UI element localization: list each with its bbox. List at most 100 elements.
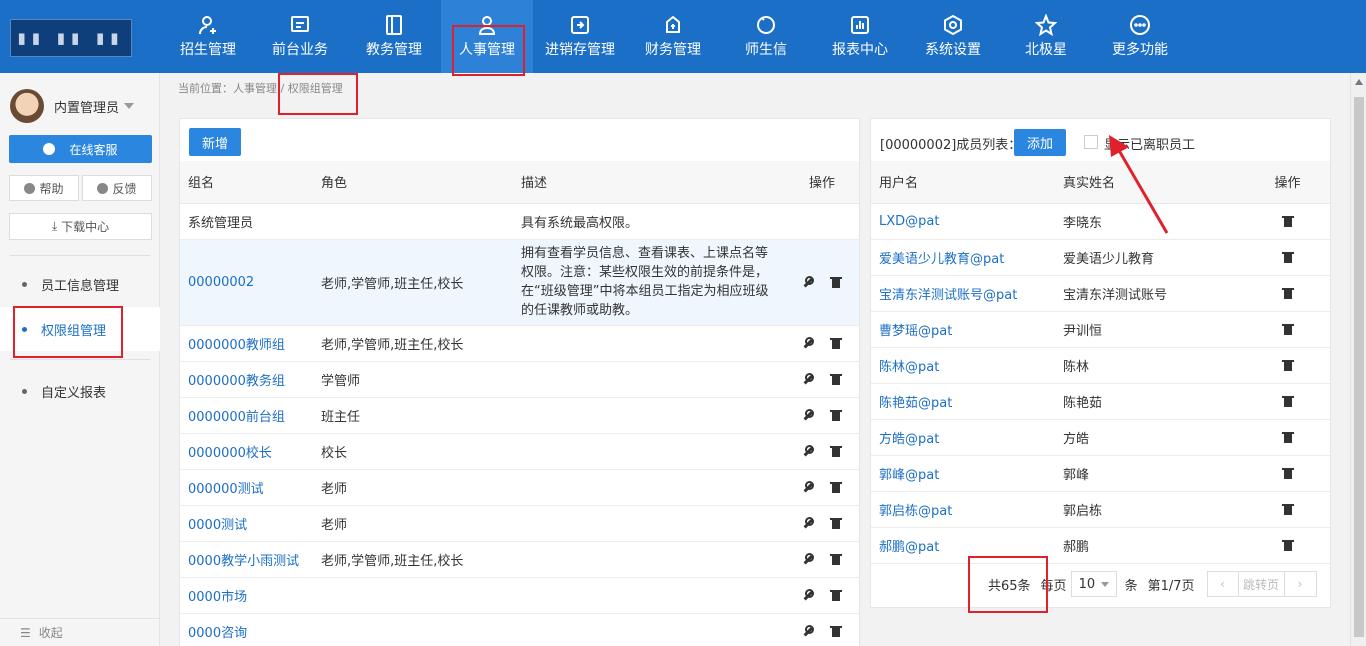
- member-username[interactable]: 郭启栋@pat: [871, 491, 1055, 528]
- add-group-button[interactable]: 新增: [189, 128, 241, 156]
- bullet-icon: [22, 388, 27, 394]
- wrench-icon[interactable]: [802, 517, 814, 529]
- nav-item-label: 财务管理: [645, 42, 701, 58]
- collapse-icon: ☰: [20, 625, 31, 640]
- sidebar-item-custom-report[interactable]: 自定义报表: [0, 370, 160, 412]
- avatar[interactable]: [10, 89, 44, 123]
- group-name[interactable]: 0000000前台组: [180, 397, 313, 434]
- caret-down-icon[interactable]: [124, 103, 134, 109]
- group-name[interactable]: 0000咨询: [180, 613, 313, 646]
- inventory-icon: [569, 14, 591, 36]
- table-row: 0000000前台组 班主任: [180, 397, 859, 434]
- member-username[interactable]: 爱美语少儿教育@pat: [871, 239, 1055, 276]
- collapse-button[interactable]: ☰ 收起: [0, 618, 160, 646]
- feedback-button[interactable]: 反馈: [82, 175, 152, 201]
- member-username[interactable]: 曹梦瑶@pat: [871, 311, 1055, 348]
- nav-item-0[interactable]: 招生管理: [162, 0, 254, 73]
- member-realname: 方皓: [1055, 419, 1245, 456]
- trash-icon[interactable]: [830, 625, 842, 637]
- trash-icon[interactable]: [830, 589, 842, 601]
- trash-icon[interactable]: [830, 409, 842, 421]
- trash-icon[interactable]: [1281, 251, 1294, 263]
- trash-icon[interactable]: [830, 276, 842, 288]
- per-page-label: 每页: [1040, 578, 1067, 594]
- trash-icon[interactable]: [830, 373, 842, 385]
- member-username[interactable]: LXD@pat: [871, 203, 1055, 240]
- jump-page-input[interactable]: 跳转页: [1238, 571, 1285, 597]
- prev-page-button[interactable]: ‹: [1206, 571, 1239, 597]
- wrench-icon[interactable]: [802, 589, 814, 601]
- nav-item-1[interactable]: 前台业务: [254, 0, 346, 73]
- wrench-icon[interactable]: [802, 337, 814, 349]
- sidebar-item-permission-groups[interactable]: 权限组管理: [0, 307, 160, 351]
- trash-icon[interactable]: [1281, 539, 1294, 551]
- per-page-select[interactable]: 10: [1070, 571, 1117, 597]
- user-name[interactable]: 内置管理员: [54, 97, 119, 116]
- wrench-icon[interactable]: [802, 373, 814, 385]
- trash-icon[interactable]: [1281, 359, 1294, 371]
- table-row: 0000咨询: [180, 613, 859, 646]
- table-row: 方皓@pat 方皓: [871, 419, 1330, 456]
- group-name[interactable]: 000000测试: [180, 469, 313, 506]
- wrench-icon[interactable]: [802, 409, 814, 421]
- group-name[interactable]: 00000002: [180, 239, 313, 326]
- trash-icon[interactable]: [1281, 467, 1294, 479]
- download-center-button[interactable]: ⤓ 下载中心: [9, 213, 152, 240]
- member-username[interactable]: 郝鹏@pat: [871, 527, 1055, 564]
- wrench-icon[interactable]: [802, 553, 814, 565]
- group-name[interactable]: 0000000教务组: [180, 361, 313, 398]
- nav-item-8[interactable]: 系统设置: [907, 0, 999, 73]
- bullet-icon: [22, 326, 27, 332]
- nav-item-3[interactable]: 人事管理: [441, 0, 533, 73]
- trash-icon[interactable]: [1281, 287, 1294, 299]
- group-role: 老师,学管师,班主任,校长: [313, 239, 513, 326]
- nav-item-6[interactable]: 师生信: [720, 0, 812, 73]
- table-row: 郭峰@pat 郭峰: [871, 455, 1330, 492]
- group-name[interactable]: 0000000校长: [180, 433, 313, 470]
- next-page-button[interactable]: ›: [1284, 571, 1317, 597]
- trash-icon[interactable]: [830, 481, 842, 493]
- member-username[interactable]: 方皓@pat: [871, 419, 1055, 456]
- online-service-button[interactable]: 在线客服: [9, 135, 152, 163]
- member-username[interactable]: 陈林@pat: [871, 347, 1055, 384]
- nav-item-7[interactable]: 报表中心: [814, 0, 906, 73]
- trash-icon[interactable]: [830, 553, 842, 565]
- group-name[interactable]: 0000市场: [180, 577, 313, 614]
- member-username[interactable]: 宝清东洋测试账号@pat: [871, 275, 1055, 312]
- group-ops: [785, 577, 859, 614]
- page-scrollbar[interactable]: [1350, 73, 1366, 646]
- group-name[interactable]: 0000测试: [180, 505, 313, 542]
- scroll-up-icon[interactable]: [1355, 79, 1363, 85]
- wrench-icon[interactable]: [802, 625, 814, 637]
- group-name[interactable]: 0000000教师组: [180, 325, 313, 362]
- col-header-ops: 操作: [785, 161, 859, 204]
- trash-icon[interactable]: [1281, 503, 1294, 515]
- wrench-icon[interactable]: [802, 445, 814, 457]
- nav-item-2[interactable]: 教务管理: [348, 0, 440, 73]
- sidebar-item-staff-info[interactable]: 员工信息管理: [0, 263, 160, 305]
- help-button[interactable]: 帮助: [9, 175, 79, 201]
- trash-icon[interactable]: [1281, 215, 1294, 227]
- trash-icon[interactable]: [830, 517, 842, 529]
- group-name[interactable]: 0000教学小雨测试: [180, 541, 313, 578]
- show-left-checkbox[interactable]: [1084, 135, 1098, 149]
- trash-icon[interactable]: [1281, 395, 1294, 407]
- group-desc: [513, 577, 785, 614]
- wrench-icon[interactable]: [802, 276, 814, 288]
- logo: ▮▮ ▮▮ ▮▮: [10, 19, 132, 57]
- trash-icon[interactable]: [1281, 431, 1294, 443]
- trash-icon[interactable]: [830, 445, 842, 457]
- add-member-button[interactable]: 添加: [1014, 129, 1066, 156]
- nav-item-5[interactable]: 财务管理: [627, 0, 719, 73]
- nav-item-9[interactable]: 北极星: [1000, 0, 1092, 73]
- trash-icon[interactable]: [830, 337, 842, 349]
- trash-icon[interactable]: [1281, 323, 1294, 335]
- nav-item-4[interactable]: 进销存管理: [534, 0, 626, 73]
- scroll-thumb[interactable]: [1354, 97, 1364, 637]
- member-username[interactable]: 陈艳茹@pat: [871, 383, 1055, 420]
- group-role: 老师: [313, 469, 513, 506]
- member-username[interactable]: 郭峰@pat: [871, 455, 1055, 492]
- col-header-role: 角色: [313, 161, 513, 204]
- wrench-icon[interactable]: [802, 481, 814, 493]
- nav-item-10[interactable]: 更多功能: [1094, 0, 1186, 73]
